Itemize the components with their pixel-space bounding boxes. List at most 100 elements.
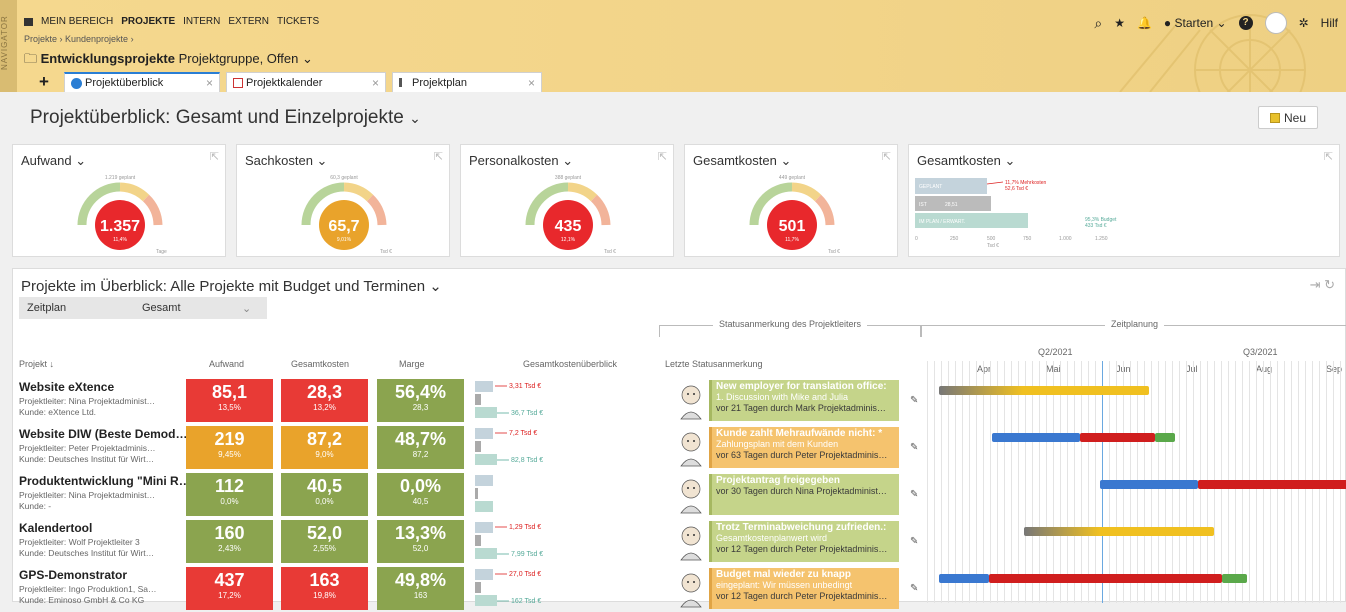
bell-icon[interactable]: 🔔 <box>1137 16 1152 30</box>
marge-tile[interactable]: 13,3% 52,0 <box>377 520 464 563</box>
edit-icon[interactable]: ✎ <box>910 395 918 406</box>
gauge-percent: 9,01% <box>337 237 352 243</box>
gauge: 1.219 geplant 1.357 11,4% Tage <box>77 175 167 255</box>
kpi-card-gesamtkosten[interactable]: Gesamtkosten ⌄ ⇱ 449 geplant 501 11,7% Tsd € <box>684 144 898 257</box>
kpi-title-text: Sachkosten <box>245 153 313 168</box>
marge-tile[interactable]: 49,8% 163 <box>377 567 464 610</box>
gantt-bar[interactable] <box>1100 480 1198 489</box>
col-header-status[interactable]: Letzte Statusanmerkung <box>665 359 763 369</box>
edit-icon[interactable]: ✎ <box>910 442 918 453</box>
status-note[interactable]: Trotz Terminabweichung zufrieden.: Gesamt… <box>709 521 899 562</box>
nav-item-intern[interactable]: INTERN <box>183 16 220 27</box>
gantt-bar[interactable] <box>1155 433 1175 442</box>
status-group-label: Statusanmerkung des Projektleiters <box>712 319 868 329</box>
aufwand-tile[interactable]: 437 17,2% <box>186 567 273 610</box>
marge-tile[interactable]: 56,4% 28,3 <box>377 379 464 422</box>
kpi-card-personalkosten[interactable]: Personalkosten ⌄ ⇱ 388 geplant 435 12,1% Tsd … <box>460 144 674 257</box>
tab-projektueberblick[interactable]: Projektüberblick × <box>64 72 220 92</box>
status-note[interactable]: Kunde zahlt Mehraufwände nicht: * Zahlung… <box>709 427 899 468</box>
marge-tile[interactable]: 0,0% 40,5 <box>377 473 464 516</box>
page-title[interactable]: Projektüberblick: Gesamt und Einzelproje… <box>30 107 421 129</box>
gantt-bar[interactable] <box>1024 527 1214 536</box>
edit-icon[interactable]: ✎ <box>910 583 918 594</box>
kpi-title[interactable]: Gesamtkosten ⌄ <box>693 153 791 169</box>
refresh-icon[interactable]: ↻ <box>1324 277 1335 292</box>
expand-icon[interactable]: ⇱ <box>1324 150 1333 163</box>
breadcrumb[interactable]: Projekte › Kundenprojekte › <box>24 34 134 44</box>
tab-projektplan[interactable]: Projektplan × <box>392 72 542 92</box>
status-note[interactable]: Budget mal wieder zu knapp eingeplant: Wi… <box>709 568 899 609</box>
col-header-gesamtkosten[interactable]: Gesamtkosten <box>291 359 349 369</box>
gantt-bar[interactable] <box>1080 433 1155 442</box>
aufwand-tile[interactable]: 112 0,0% <box>186 473 273 516</box>
kosten-tile[interactable]: 52,0 2,55% <box>281 520 368 563</box>
gantt-bar[interactable] <box>1198 480 1346 489</box>
aufwand-tile[interactable]: 85,1 13,5% <box>186 379 273 422</box>
gantt-gridline <box>990 361 991 603</box>
export-icon[interactable]: ⇥ <box>1310 277 1321 292</box>
kpi-card-gesamtkosten-bar[interactable]: Gesamtkosten ⌄ ⇱ GEPLANT IST 28,51 IM PL… <box>908 144 1340 257</box>
nav-item-extern[interactable]: EXTERN <box>228 16 269 27</box>
col-header-marge[interactable]: Marge <box>399 359 425 369</box>
nav-item-mein-bereich[interactable]: MEIN BEREICH <box>41 16 113 27</box>
kpi-title-text: Aufwand <box>21 153 72 168</box>
new-button[interactable]: Neu <box>1258 106 1318 129</box>
gear-icon[interactable]: ✲ <box>1299 16 1309 30</box>
expand-icon[interactable]: ⇱ <box>882 150 891 163</box>
col-header-projekt[interactable]: Projekt ↓ <box>19 359 54 369</box>
tab-projektkalender[interactable]: Projektkalender × <box>226 72 386 92</box>
zeitplanung-group-header: Zeitplanung <box>921 319 1346 337</box>
project-name[interactable]: Website DIW (Beste Demod… <box>19 427 187 441</box>
gantt-bar[interactable] <box>939 574 989 583</box>
project-name[interactable]: Produktentwicklung "Mini R… <box>19 474 187 488</box>
kosten-tile[interactable]: 28,3 13,2% <box>281 379 368 422</box>
nav-item-tickets[interactable]: TICKETS <box>277 16 319 27</box>
kosten-tile[interactable]: 163 19,8% <box>281 567 368 610</box>
kpi-title[interactable]: Personalkosten ⌄ <box>469 153 573 169</box>
gantt-bar[interactable] <box>939 386 1149 395</box>
expand-icon[interactable]: ⇱ <box>434 150 443 163</box>
gantt-bar[interactable] <box>1222 574 1247 583</box>
col-header-ueberblick[interactable]: Gesamtkostenüberblick <box>523 359 617 369</box>
schedule-filter[interactable]: Zeitplan Gesamt ⌄ <box>19 297 267 319</box>
expand-icon[interactable]: ⇱ <box>658 150 667 163</box>
kpi-title[interactable]: Sachkosten ⌄ <box>245 153 327 169</box>
navigator-label[interactable]: NAVIGATOR <box>0 0 17 92</box>
marge-tile[interactable]: 48,7% 87,2 <box>377 426 464 469</box>
nav-item-projekte[interactable]: PROJEKTE <box>121 16 175 27</box>
axis-tick: 750 <box>1023 236 1032 242</box>
star-icon[interactable]: ★ <box>1114 16 1125 30</box>
edit-icon[interactable]: ✎ <box>910 536 918 547</box>
section-title[interactable]: Projekte im Überblick: Alle Projekte mit… <box>21 277 442 295</box>
kosten-tile[interactable]: 40,5 0,0% <box>281 473 368 516</box>
marge-sub: 28,3 <box>412 403 429 412</box>
kpi-title[interactable]: Aufwand ⌄ <box>21 153 86 169</box>
help-label[interactable]: Hilf <box>1321 16 1338 30</box>
project-name[interactable]: GPS-Demonstrator <box>19 568 187 582</box>
kosten-tile[interactable]: 87,2 9,0% <box>281 426 368 469</box>
kpi-card-sachkosten[interactable]: Sachkosten ⌄ ⇱ 60,3 geplant 65,7 9,01% Tsd € <box>236 144 450 257</box>
start-menu[interactable]: ● Starten ⌄ <box>1164 16 1227 30</box>
kpi-card-aufwand[interactable]: Aufwand ⌄ ⇱ 1.219 geplant 1.357 11,4% Tage <box>12 144 226 257</box>
project-name[interactable]: Kalendertool <box>19 521 187 535</box>
help-icon[interactable]: ? <box>1238 16 1253 30</box>
status-note[interactable]: New employer for translation office: 1. D… <box>709 380 899 421</box>
gantt-bar[interactable] <box>992 433 1080 442</box>
status-note[interactable]: Projektantrag freigegeben vor 30 Tagen du… <box>709 474 899 515</box>
edit-icon[interactable]: ✎ <box>910 489 918 500</box>
aufwand-tile[interactable]: 160 2,43% <box>186 520 273 563</box>
project-name[interactable]: Website eXtence <box>19 380 187 394</box>
close-icon[interactable]: × <box>528 76 535 90</box>
avatar[interactable] <box>1264 12 1287 34</box>
gauge: 388 geplant 435 12,1% Tsd € <box>525 175 616 255</box>
col-header-aufwand[interactable]: Aufwand <box>209 359 244 369</box>
group-selector[interactable]: 🗀 Entwicklungsprojekte Projektgruppe, Of… <box>24 50 313 72</box>
close-icon[interactable]: × <box>206 76 213 90</box>
expand-icon[interactable]: ⇱ <box>210 150 219 163</box>
add-tab-button[interactable]: + <box>24 72 64 92</box>
gantt-bar[interactable] <box>989 574 1222 583</box>
close-icon[interactable]: × <box>372 76 379 90</box>
aufwand-tile[interactable]: 219 9,45% <box>186 426 273 469</box>
search-icon[interactable]: ⌕ <box>1094 15 1102 32</box>
kpi-title[interactable]: Gesamtkosten ⌄ <box>917 153 1015 169</box>
